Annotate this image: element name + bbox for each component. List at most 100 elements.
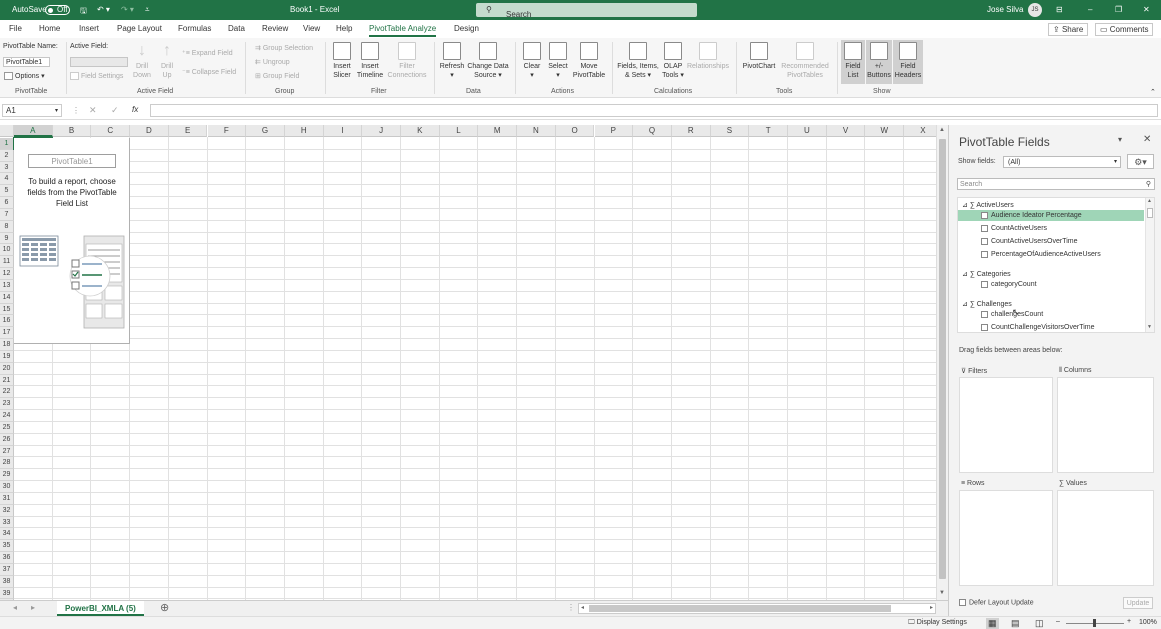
spreadsheet-grid[interactable]: A B C D E F G H I J K L M N O P Q R S T U V W X 1 2 3 4 5 6 7 8 9 10 11 12 1…: [0, 125, 936, 600]
layout-settings-button[interactable]: ⚙▾: [1127, 154, 1154, 169]
row-header[interactable]: 23: [0, 398, 14, 411]
vertical-scroll-thumb[interactable]: [939, 139, 946, 579]
field-search-input[interactable]: Search ⚲: [957, 178, 1155, 190]
collapse-icon[interactable]: ⊿: [962, 271, 970, 278]
select-all-corner[interactable]: [0, 125, 14, 137]
column-header[interactable]: C: [91, 125, 131, 137]
save-icon[interactable]: 🖫: [80, 5, 87, 19]
display-settings-button[interactable]: 🖵 Display Settings: [908, 619, 967, 627]
change-data-source-button[interactable]: Change Data Source ▾: [466, 42, 510, 80]
column-header[interactable]: L: [439, 125, 479, 137]
insert-function-icon[interactable]: fx: [132, 105, 138, 114]
row-header[interactable]: 36: [0, 552, 14, 564]
tab-review[interactable]: Review: [262, 24, 288, 33]
field-headers-button[interactable]: Field Headers: [893, 40, 923, 84]
restore-icon[interactable]: ❐: [1115, 5, 1122, 14]
field-list-scrollbar[interactable]: ▲ ▼: [1145, 198, 1154, 332]
row-header[interactable]: 29: [0, 469, 14, 482]
insert-slicer-button[interactable]: Insert Slicer: [330, 42, 354, 80]
row-header[interactable]: 18: [0, 339, 14, 351]
scroll-right-icon[interactable]: ▸: [930, 604, 933, 611]
zoom-slider-thumb[interactable]: [1093, 619, 1096, 627]
plus-minus-buttons-button[interactable]: +/- Buttons: [866, 40, 892, 84]
column-header[interactable]: U: [788, 125, 827, 137]
field-checkbox[interactable]: [981, 237, 988, 245]
options-button[interactable]: Options ▾: [4, 72, 45, 81]
field-checkbox[interactable]: [981, 224, 988, 232]
field-item[interactable]: CountChallengeVisitorsOverTime: [981, 322, 1095, 332]
row-header[interactable]: 22: [0, 386, 14, 399]
column-header[interactable]: R: [671, 125, 711, 137]
close-icon[interactable]: ✕: [1143, 5, 1150, 14]
row-header[interactable]: 7: [0, 208, 14, 221]
row-header[interactable]: 25: [0, 421, 14, 434]
row-header[interactable]: 16: [0, 315, 14, 328]
group-field-button[interactable]: ⊞ Group Field: [255, 72, 299, 80]
collapse-ribbon-icon[interactable]: ⌃: [1150, 88, 1156, 96]
close-pane-icon[interactable]: ✕: [1143, 134, 1151, 145]
field-list-button[interactable]: Field List: [841, 40, 865, 84]
scroll-left-icon[interactable]: ◂: [581, 604, 584, 611]
columns-drop-area[interactable]: [1057, 377, 1154, 473]
column-header[interactable]: I: [323, 125, 363, 137]
row-header[interactable]: 14: [0, 291, 14, 304]
row-header[interactable]: 11: [0, 256, 14, 269]
select-button[interactable]: Select ▾: [546, 42, 570, 80]
column-header[interactable]: B: [52, 125, 92, 137]
scroll-down-icon[interactable]: ▼: [939, 590, 945, 596]
group-selection-button[interactable]: ⇉ Group Selection: [255, 44, 313, 52]
row-header[interactable]: 9: [0, 232, 14, 245]
ribbon-display-icon[interactable]: ⊟: [1056, 5, 1063, 14]
autosave-toggle[interactable]: Off: [45, 5, 70, 15]
field-checkbox[interactable]: [981, 211, 988, 219]
tab-pivottable-analyze[interactable]: PivotTable Analyze: [369, 24, 437, 37]
row-header[interactable]: 34: [0, 528, 14, 541]
row-header[interactable]: 37: [0, 563, 14, 576]
collapse-icon[interactable]: ⊿: [962, 202, 970, 209]
row-header[interactable]: 31: [0, 492, 14, 505]
page-break-view-icon[interactable]: ◫: [1035, 618, 1044, 629]
add-sheet-icon[interactable]: ⊕: [160, 601, 169, 614]
redo-icon[interactable]: ↷ ▾: [121, 5, 134, 14]
ungroup-button[interactable]: ⇇ Ungroup: [255, 58, 290, 66]
row-header[interactable]: 2: [0, 149, 14, 162]
field-item[interactable]: CountActiveUsers: [981, 223, 1047, 234]
field-item[interactable]: PercentageOfAudienceActiveUsers: [981, 249, 1101, 260]
row-header[interactable]: 5: [0, 185, 14, 198]
share-button[interactable]: ⇪ Share: [1048, 23, 1089, 36]
column-header[interactable]: O: [555, 125, 595, 137]
tab-help[interactable]: Help: [336, 24, 352, 33]
horizontal-scroll-thumb[interactable]: [589, 605, 891, 612]
row-header[interactable]: 10: [0, 244, 14, 257]
pivotchart-button[interactable]: PivotChart: [740, 42, 778, 71]
column-header[interactable]: X: [904, 125, 936, 137]
row-header[interactable]: 27: [0, 445, 14, 458]
row-header[interactable]: 1: [0, 138, 14, 150]
sheet-tab-powerbi-xmla[interactable]: PowerBI_XMLA (5): [57, 601, 144, 616]
column-header[interactable]: T: [749, 125, 788, 137]
zoom-in-icon[interactable]: +: [1127, 618, 1131, 625]
column-header[interactable]: D: [130, 125, 169, 137]
collapse-field-button[interactable]: ⁻≡ Collapse Field: [182, 68, 236, 76]
scroll-up-icon[interactable]: ▲: [939, 127, 945, 133]
column-header[interactable]: F: [207, 125, 247, 137]
field-checkbox[interactable]: [981, 310, 988, 318]
column-header[interactable]: M: [478, 125, 518, 137]
column-header[interactable]: W: [865, 125, 905, 137]
column-header[interactable]: S: [710, 125, 750, 137]
next-sheet-icon[interactable]: ▸: [31, 603, 35, 612]
row-header[interactable]: 6: [0, 197, 14, 209]
name-box[interactable]: A1 ▾: [2, 104, 62, 117]
clear-button[interactable]: Clear ▾: [520, 42, 544, 80]
insert-timeline-button[interactable]: Insert Timeline: [356, 42, 384, 80]
field-checkbox[interactable]: [981, 323, 988, 331]
row-header[interactable]: 28: [0, 457, 14, 470]
collapse-icon[interactable]: ⊿: [962, 301, 970, 308]
search-box[interactable]: ⚲ Search: [476, 3, 697, 19]
row-header[interactable]: 12: [0, 268, 14, 280]
row-header[interactable]: 15: [0, 303, 14, 316]
avatar[interactable]: JS: [1028, 3, 1042, 17]
drill-down-button[interactable]: ↓ Drill Down: [131, 42, 153, 80]
pane-options-icon[interactable]: ▾: [1118, 135, 1122, 144]
show-fields-select[interactable]: (All) ▾: [1003, 156, 1121, 168]
